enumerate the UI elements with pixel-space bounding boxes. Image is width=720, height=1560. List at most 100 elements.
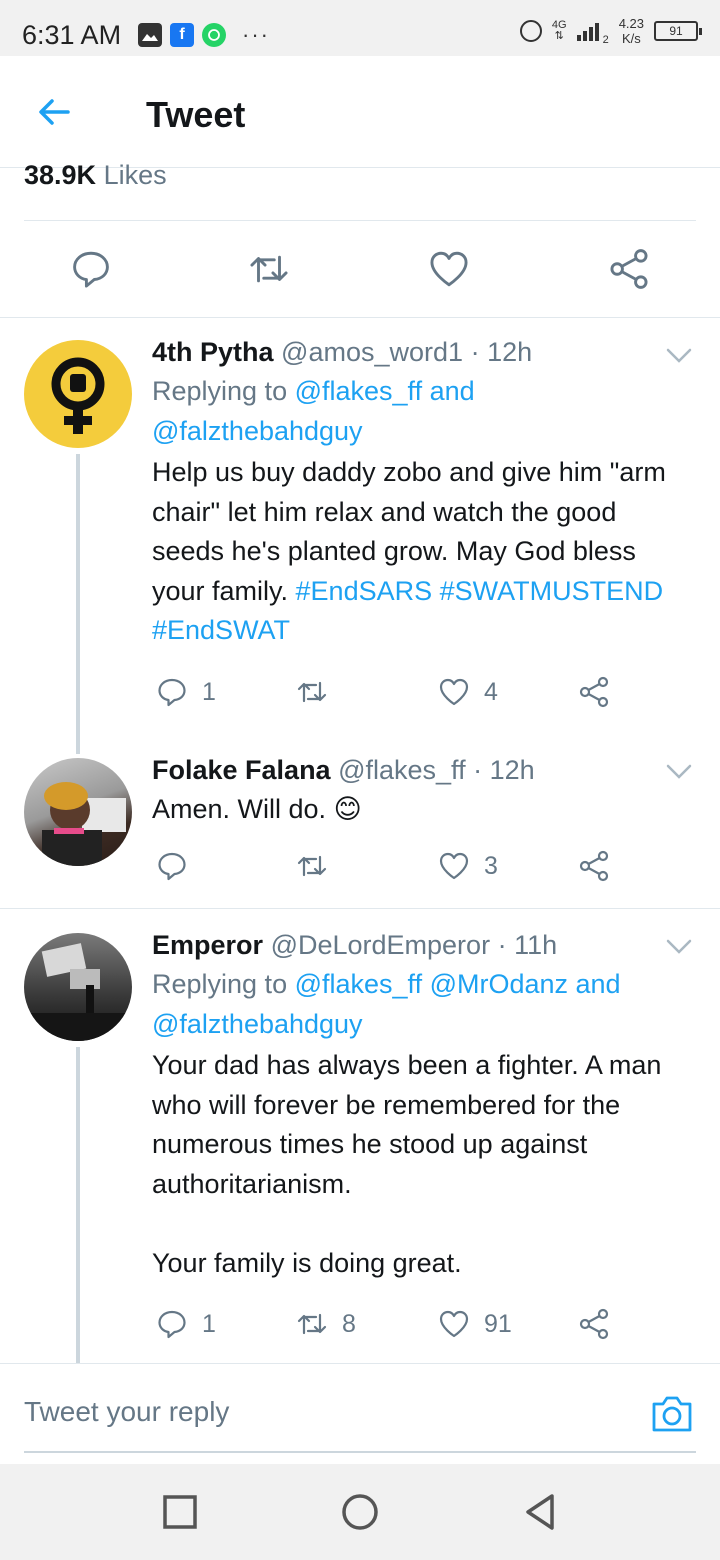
divider (24, 220, 696, 221)
likes-count: 38.9K (24, 160, 97, 190)
back-icon[interactable] (520, 1492, 560, 1532)
notification-icons: f ··· (138, 22, 270, 48)
retweet-action[interactable] (296, 850, 342, 882)
timestamp: 11h (514, 930, 558, 960)
system-status: 4G ⇅ 2 4.23 K/s 91 (519, 16, 702, 46)
replying-to: Replying to @flakes_ff and @falzthebahdg… (152, 371, 692, 451)
avatar[interactable] (24, 933, 132, 1041)
status-time: 6:31 AM (22, 20, 122, 50)
tweet-text-body: Amen. Will do. (152, 794, 334, 824)
tweet-text: Amen. Will do. 😊 (152, 790, 692, 830)
likes-stat[interactable]: 38.9K Likes (24, 160, 167, 191)
divider (0, 317, 720, 318)
avatar[interactable] (24, 340, 132, 448)
separator: · (473, 755, 483, 785)
replying-mentions[interactable]: @flakes_ff @MrOdanz and (295, 969, 621, 999)
tweet-actions: 1 8 91 (152, 1308, 622, 1348)
share-icon[interactable] (608, 248, 650, 290)
share-icon (579, 850, 609, 882)
share-action[interactable] (578, 850, 610, 882)
hashtag[interactable]: #EndSWAT (152, 615, 290, 645)
reply-underline (24, 1451, 696, 1453)
user-handle[interactable]: @DeLordEmperor (271, 930, 491, 960)
hashtag[interactable]: #SWATMUSTEND (440, 576, 664, 606)
sim-slot: 2 (602, 34, 609, 46)
replying-mentions[interactable]: @flakes_ff and (295, 376, 475, 406)
tweet-header: 4th Pytha @amos_word1 · 12h (152, 334, 692, 370)
replying-label: Replying to (152, 376, 295, 406)
timestamp: 12h (489, 755, 535, 785)
app-header: Tweet (0, 56, 720, 168)
display-name[interactable]: Emperor (152, 930, 263, 960)
whatsapp-icon (202, 23, 226, 47)
reply-composer: Tweet your reply (0, 1364, 720, 1464)
camera-icon[interactable] (650, 1392, 694, 1434)
share-action[interactable] (578, 676, 610, 708)
reply-icon (158, 852, 186, 881)
recents-icon[interactable] (160, 1492, 200, 1532)
avatar[interactable] (24, 758, 132, 866)
replying-mention[interactable]: @falzthebahdguy (152, 1009, 363, 1039)
reply-action[interactable] (156, 850, 202, 882)
retweet-action[interactable] (296, 676, 342, 708)
retweet-count: 8 (342, 1309, 356, 1338)
alarm-icon (519, 20, 542, 42)
retweet-icon (297, 855, 327, 877)
reply-icon (158, 678, 186, 707)
gallery-icon (138, 23, 162, 47)
facebook-icon: f (170, 23, 194, 47)
share-icon (579, 676, 609, 708)
back-arrow-icon[interactable] (34, 92, 74, 132)
hashtag[interactable]: #EndSARS (296, 576, 433, 606)
like-count: 3 (484, 851, 498, 880)
profile-photo (24, 943, 132, 1041)
system-nav-bar (0, 1464, 720, 1560)
like-action[interactable]: 4 (438, 676, 498, 708)
replying-mention[interactable]: @falzthebahdguy (152, 416, 363, 446)
smile-emoji: 😊 (333, 794, 362, 824)
user-handle[interactable]: @amos_word1 (281, 337, 463, 367)
share-action[interactable] (578, 1308, 610, 1340)
thread-line (76, 1047, 80, 1364)
like-count: 4 (484, 677, 498, 706)
tweet-content: Emperor @DeLordEmperor · 11h Replying to… (152, 927, 692, 1283)
likes-label: Likes (103, 160, 167, 190)
divider (0, 908, 720, 909)
retweet-icon[interactable] (248, 248, 290, 290)
user-handle[interactable]: @flakes_ff (338, 755, 465, 785)
replying-to: Replying to @flakes_ff @MrOdanz and @fal… (152, 964, 692, 1044)
status-bar: 6:31 AM f ··· 4G ⇅ 2 4.23 K/s 91 (0, 0, 720, 56)
page-title: Tweet (146, 94, 246, 135)
tweet-actions: 3 (152, 850, 622, 890)
reply-icon[interactable] (70, 248, 112, 290)
network-speed: 4.23 K/s (618, 16, 644, 46)
share-icon (579, 1308, 609, 1340)
like-icon (439, 852, 469, 880)
reply-action[interactable]: 1 (156, 676, 216, 708)
tweet-text: Your dad has always been a fighter. A ma… (152, 1050, 662, 1278)
retweet-icon (297, 1313, 327, 1335)
tweet-actions: 1 4 (152, 676, 622, 716)
separator: · (497, 930, 507, 960)
retweet-action[interactable]: 8 (296, 1308, 356, 1340)
reply-input[interactable]: Tweet your reply (24, 1396, 229, 1428)
display-name[interactable]: Folake Falana (152, 755, 331, 785)
feminist-fist-icon (51, 357, 105, 434)
home-icon[interactable] (340, 1492, 380, 1532)
more-notifications-icon: ··· (242, 22, 270, 47)
tweet-text: Help us buy daddy zobo and give him "arm… (152, 453, 692, 651)
like-action[interactable]: 3 (438, 850, 498, 882)
main-tweet-actions (0, 238, 720, 302)
battery-icon: 91 (654, 21, 702, 41)
profile-photo (42, 782, 126, 866)
reply-icon (158, 1310, 186, 1339)
tweet-content: Folake Falana @flakes_ff · 12h Amen. Wil… (152, 752, 692, 830)
like-icon (439, 1310, 469, 1338)
like-icon[interactable] (428, 248, 470, 290)
reply-count: 1 (202, 677, 216, 706)
tweet-content: 4th Pytha @amos_word1 · 12h Replying to … (152, 334, 692, 651)
reply-action[interactable]: 1 (156, 1308, 216, 1340)
like-action[interactable]: 91 (438, 1308, 512, 1340)
display-name[interactable]: 4th Pytha (152, 337, 274, 367)
thread-line (76, 454, 80, 754)
